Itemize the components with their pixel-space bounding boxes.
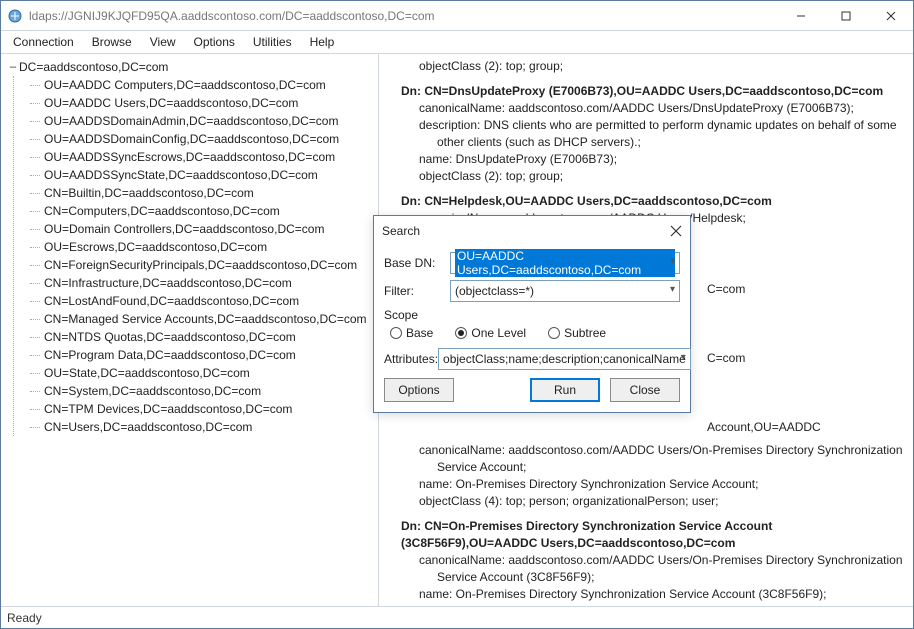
tree-node-label: CN=Program Data,DC=aaddscontoso,DC=com [42, 346, 298, 364]
tree-pane[interactable]: − DC=aaddscontoso,DC=com OU=AADDC Comput… [1, 54, 379, 606]
result-attr: canonicalName: aaddscontoso.com/AADDC Us… [403, 442, 907, 476]
menu-options[interactable]: Options [186, 33, 243, 51]
collapse-icon[interactable]: − [7, 58, 19, 76]
tree-node[interactable]: OU=AADDSSyncEscrows,DC=aaddscontoso,DC=c… [28, 148, 374, 166]
filter-input[interactable]: (objectclass=*) ▾ [450, 280, 680, 302]
tree-node-label: CN=NTDS Quotas,DC=aaddscontoso,DC=com [42, 328, 298, 346]
menu-browse[interactable]: Browse [84, 33, 140, 51]
scope-one-level-radio[interactable]: One Level [455, 326, 526, 340]
tree-node-label: CN=Managed Service Accounts,DC=aaddscont… [42, 310, 369, 328]
chevron-down-icon[interactable]: ▾ [681, 352, 686, 363]
result-attr: canonicalName: aaddscontoso.com/AADDC Us… [403, 552, 907, 586]
tree-node-label: CN=System,DC=aaddscontoso,DC=com [42, 382, 263, 400]
tree-root-label: DC=aaddscontoso,DC=com [19, 58, 168, 76]
status-text: Ready [7, 611, 42, 625]
result-attr: description: DNS clients who are permitt… [403, 117, 907, 151]
close-button[interactable] [868, 1, 913, 30]
dialog-title: Search [382, 224, 670, 238]
window-title: ldaps://JGNIJ9KJQFD95QA.aaddscontoso.com… [29, 9, 778, 23]
menu-view[interactable]: View [142, 33, 184, 51]
tree-node[interactable]: OU=AADDC Users,DC=aaddscontoso,DC=com [28, 94, 374, 112]
tree-node[interactable]: OU=AADDSDomainConfig,DC=aaddscontoso,DC=… [28, 130, 374, 148]
tree-node-label: CN=LostAndFound,DC=aaddscontoso,DC=com [42, 292, 301, 310]
base-dn-label: Base DN: [384, 256, 450, 270]
tree-node[interactable]: CN=Users,DC=aaddscontoso,DC=com [28, 418, 374, 436]
tree-node[interactable]: CN=NTDS Quotas,DC=aaddscontoso,DC=com [28, 328, 374, 346]
menubar: Connection Browse View Options Utilities… [1, 31, 913, 53]
tree-node-label: CN=Computers,DC=aaddscontoso,DC=com [42, 202, 282, 220]
tree-node-label: OU=AADDSSyncState,DC=aaddscontoso,DC=com [42, 166, 320, 184]
tree-node-label: CN=ForeignSecurityPrincipals,DC=aaddscon… [42, 256, 359, 274]
dialog-close-button[interactable] [670, 225, 682, 237]
tree-node[interactable]: CN=LostAndFound,DC=aaddscontoso,DC=com [28, 292, 374, 310]
attr-line: objectClass (2): top; group; [385, 58, 907, 75]
statusbar: Ready [1, 606, 913, 628]
app-icon [7, 8, 23, 24]
menu-help[interactable]: Help [302, 33, 343, 51]
result-attr: objectClass (2): top; group; [403, 168, 907, 185]
result-attr: name: On-Premises Directory Synchronizat… [403, 586, 907, 603]
filter-label: Filter: [384, 284, 450, 298]
maximize-button[interactable] [823, 1, 868, 30]
result-attr: name: On-Premises Directory Synchronizat… [403, 476, 907, 493]
tree-node[interactable]: CN=ForeignSecurityPrincipals,DC=aaddscon… [28, 256, 374, 274]
result-attr: name: DnsUpdateProxy (E7006B73); [403, 151, 907, 168]
tree-node[interactable]: OU=State,DC=aaddscontoso,DC=com [28, 364, 374, 382]
tree-node-label: CN=TPM Devices,DC=aaddscontoso,DC=com [42, 400, 294, 418]
chevron-down-icon[interactable]: ▾ [670, 284, 675, 295]
scope-subtree-radio[interactable]: Subtree [548, 326, 606, 340]
tree-node[interactable]: OU=AADDSDomainAdmin,DC=aaddscontoso,DC=c… [28, 112, 374, 130]
tree-node[interactable]: CN=Computers,DC=aaddscontoso,DC=com [28, 202, 374, 220]
titlebar: ldaps://JGNIJ9KJQFD95QA.aaddscontoso.com… [1, 1, 913, 31]
tree-node[interactable]: OU=Domain Controllers,DC=aaddscontoso,DC… [28, 220, 374, 238]
scope-base-radio[interactable]: Base [390, 326, 433, 340]
tree-node[interactable]: CN=Builtin,DC=aaddscontoso,DC=com [28, 184, 374, 202]
chevron-down-icon[interactable]: ▾ [670, 256, 675, 267]
tree-node[interactable]: OU=AADDSSyncState,DC=aaddscontoso,DC=com [28, 166, 374, 184]
app-window: ldaps://JGNIJ9KJQFD95QA.aaddscontoso.com… [0, 0, 914, 629]
result-dn: Dn: CN=Helpdesk,OU=AADDC Users,DC=aaddsc… [385, 193, 907, 210]
tree-node-label: CN=Builtin,DC=aaddscontoso,DC=com [42, 184, 256, 202]
menu-utilities[interactable]: Utilities [245, 33, 300, 51]
tree-node[interactable]: CN=Infrastructure,DC=aaddscontoso,DC=com [28, 274, 374, 292]
tree-node[interactable]: CN=Managed Service Accounts,DC=aaddscont… [28, 310, 374, 328]
tree-node-label: OU=Escrows,DC=aaddscontoso,DC=com [42, 238, 269, 256]
minimize-button[interactable] [778, 1, 823, 30]
tree-node[interactable]: CN=System,DC=aaddscontoso,DC=com [28, 382, 374, 400]
result-dn: Dn: CN=On-Premises Directory Synchroniza… [385, 518, 907, 552]
tree-node-label: OU=Domain Controllers,DC=aaddscontoso,DC… [42, 220, 326, 238]
tree-node-label: OU=State,DC=aaddscontoso,DC=com [42, 364, 252, 382]
peek-text: Account,OU=AADDC [385, 419, 907, 436]
run-button[interactable]: Run [530, 378, 600, 402]
options-button[interactable]: Options [384, 378, 454, 402]
tree-node[interactable]: OU=Escrows,DC=aaddscontoso,DC=com [28, 238, 374, 256]
result-attr: canonicalName: aaddscontoso.com/AADDC Us… [403, 100, 907, 117]
tree-node[interactable]: CN=TPM Devices,DC=aaddscontoso,DC=com [28, 400, 374, 418]
base-dn-input[interactable]: OU=AADDC Users,DC=aaddscontoso,DC=com ▾ [450, 252, 680, 274]
search-dialog: Search Base DN: OU=AADDC Users,DC=aaddsc… [373, 215, 691, 413]
tree-node[interactable]: CN=Program Data,DC=aaddscontoso,DC=com [28, 346, 374, 364]
attributes-input[interactable]: objectClass;name;description;canonicalNa… [438, 348, 691, 370]
tree-node-label: OU=AADDC Users,DC=aaddscontoso,DC=com [42, 94, 300, 112]
tree-node-label: OU=AADDC Computers,DC=aaddscontoso,DC=co… [42, 76, 328, 94]
result-dn: Dn: CN=DnsUpdateProxy (E7006B73),OU=AADD… [385, 83, 907, 100]
tree-node-label: CN=Users,DC=aaddscontoso,DC=com [42, 418, 254, 436]
menu-connection[interactable]: Connection [5, 33, 82, 51]
tree-node-label: CN=Infrastructure,DC=aaddscontoso,DC=com [42, 274, 294, 292]
result-attr: objectClass (4): top; person; organizati… [403, 493, 907, 510]
attributes-label: Attributes: [384, 352, 438, 366]
close-dialog-button[interactable]: Close [610, 378, 680, 402]
scope-label: Scope [384, 308, 680, 322]
tree-node[interactable]: OU=AADDC Computers,DC=aaddscontoso,DC=co… [28, 76, 374, 94]
tree-node-label: OU=AADDSDomainConfig,DC=aaddscontoso,DC=… [42, 130, 341, 148]
tree-node-label: OU=AADDSDomainAdmin,DC=aaddscontoso,DC=c… [42, 112, 340, 130]
tree-root-node[interactable]: − DC=aaddscontoso,DC=com [7, 58, 374, 76]
tree-node-label: OU=AADDSSyncEscrows,DC=aaddscontoso,DC=c… [42, 148, 337, 166]
